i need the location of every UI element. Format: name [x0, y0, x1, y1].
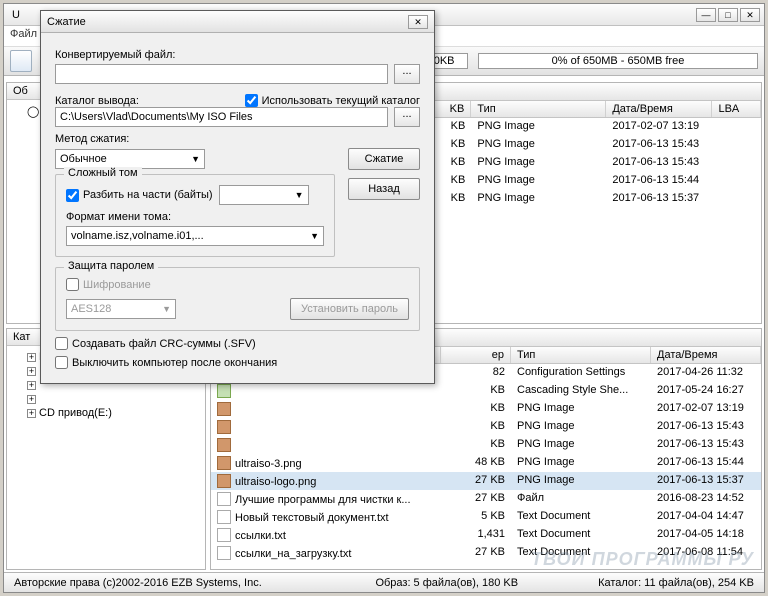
- volume-group: Сложный том Разбить на части (байты) ▼ Ф…: [55, 174, 335, 257]
- table-row[interactable]: KB PNG Image 2017-06-13 15:43: [211, 418, 761, 436]
- file-icon: [217, 456, 231, 470]
- col-date[interactable]: Дата/Время: [606, 101, 712, 117]
- expand-icon[interactable]: +: [27, 367, 36, 376]
- file-icon: [217, 474, 231, 488]
- chevron-down-icon: ▼: [162, 304, 171, 314]
- compress-button[interactable]: Сжатие: [348, 148, 420, 170]
- password-group: Защита паролем Шифрование AES128▼ Устано…: [55, 267, 420, 331]
- expand-icon[interactable]: +: [27, 409, 36, 418]
- table-row[interactable]: Новый текстовый документ.txt 5 KB Text D…: [211, 508, 761, 526]
- file-icon: [217, 510, 231, 524]
- free-space-bar: 0% of 650MB - 650MB free: [478, 53, 758, 69]
- password-group-legend: Защита паролем: [64, 260, 158, 272]
- statusbar: Авторские права (c)2002-2016 EZB Systems…: [4, 572, 764, 592]
- expand-icon[interactable]: +: [27, 395, 36, 404]
- file-icon: [217, 402, 231, 416]
- volume-group-legend: Сложный том: [64, 167, 142, 179]
- method-label: Метод сжатия:: [55, 133, 420, 145]
- conv-file-browse-button[interactable]: ...: [394, 64, 420, 84]
- table-row[interactable]: KB PNG Image 2017-02-07 13:19: [211, 400, 761, 418]
- chevron-down-icon: ▼: [191, 154, 200, 164]
- encryption-checkbox[interactable]: Шифрование: [66, 278, 151, 291]
- status-image: Образ: 5 файла(ов), 180 KB: [375, 577, 518, 589]
- split-checkbox[interactable]: Разбить на части (байты): [66, 189, 213, 202]
- file-icon: [217, 546, 231, 560]
- col-date[interactable]: Дата/Время: [651, 347, 761, 363]
- menu-file[interactable]: Файл: [10, 28, 37, 40]
- file-icon: [217, 528, 231, 542]
- split-size-combo[interactable]: ▼: [219, 185, 309, 205]
- dialog-title: Сжатие: [47, 16, 406, 28]
- col-type[interactable]: Тип: [471, 101, 606, 117]
- tree-item[interactable]: +: [13, 392, 199, 406]
- dialog-close-button[interactable]: ✕: [408, 15, 428, 29]
- output-dir-input[interactable]: [55, 107, 388, 127]
- volume-format-combo[interactable]: volname.isz,volname.i01,...▼: [66, 226, 324, 246]
- table-row[interactable]: KB Cascading Style She... 2017-05-24 16:…: [211, 382, 761, 400]
- chevron-down-icon: ▼: [310, 231, 319, 241]
- close-button[interactable]: ✕: [740, 8, 760, 22]
- conv-file-label: Конвертируемый файл:: [55, 49, 420, 61]
- file-icon: [217, 420, 231, 434]
- table-row[interactable]: ссылки_на_загрузку.txt 27 KB Text Docume…: [211, 544, 761, 562]
- use-current-dir-checkbox[interactable]: Использовать текущий каталог: [245, 94, 420, 107]
- method-combo[interactable]: Обычное▼: [55, 149, 205, 169]
- toolbar-button-new[interactable]: [10, 50, 32, 72]
- chevron-down-icon: ▼: [295, 190, 304, 200]
- expand-icon[interactable]: +: [27, 381, 36, 390]
- table-row[interactable]: KB PNG Image 2017-06-13 15:43: [211, 436, 761, 454]
- col-lba[interactable]: LBA: [712, 101, 761, 117]
- dialog-titlebar: Сжатие ✕: [41, 11, 434, 33]
- file-icon: [217, 438, 231, 452]
- shutdown-checkbox[interactable]: Выключить компьютер после окончания: [55, 356, 420, 369]
- volume-format-label: Формат имени тома:: [66, 211, 324, 223]
- table-row[interactable]: ultraiso-logo.png 27 KB PNG Image 2017-0…: [211, 472, 761, 490]
- file-icon: [217, 492, 231, 506]
- table-row[interactable]: Лучшие программы для чистки к... 27 KB Ф…: [211, 490, 761, 508]
- table-row[interactable]: ссылки.txt 1,431 Text Document 2017-04-0…: [211, 526, 761, 544]
- crc-checkbox[interactable]: Создавать файл CRC-суммы (.SFV): [55, 337, 420, 350]
- encryption-combo: AES128▼: [66, 299, 176, 319]
- status-copyright: Авторские права (c)2002-2016 EZB Systems…: [14, 577, 262, 589]
- output-dir-browse-button[interactable]: ...: [394, 107, 420, 127]
- col-size[interactable]: ер: [441, 347, 511, 363]
- output-dir-label: Каталог вывода:: [55, 95, 139, 107]
- compress-dialog: Сжатие ✕ Конвертируемый файл: ... Катало…: [40, 10, 435, 384]
- set-password-button: Установить пароль: [290, 298, 409, 320]
- file-icon: [217, 384, 231, 398]
- status-catalog: Каталог: 11 файла(ов), 254 KB: [598, 577, 754, 589]
- conv-file-input[interactable]: [55, 64, 388, 84]
- maximize-button[interactable]: □: [718, 8, 738, 22]
- col-type[interactable]: Тип: [511, 347, 651, 363]
- back-button[interactable]: Назад: [348, 178, 420, 200]
- table-row[interactable]: ultraiso-3.png 48 KB PNG Image 2017-06-1…: [211, 454, 761, 472]
- expand-icon[interactable]: +: [27, 353, 36, 362]
- tree-item[interactable]: +CD привод(E:): [13, 406, 199, 420]
- minimize-button[interactable]: —: [696, 8, 716, 22]
